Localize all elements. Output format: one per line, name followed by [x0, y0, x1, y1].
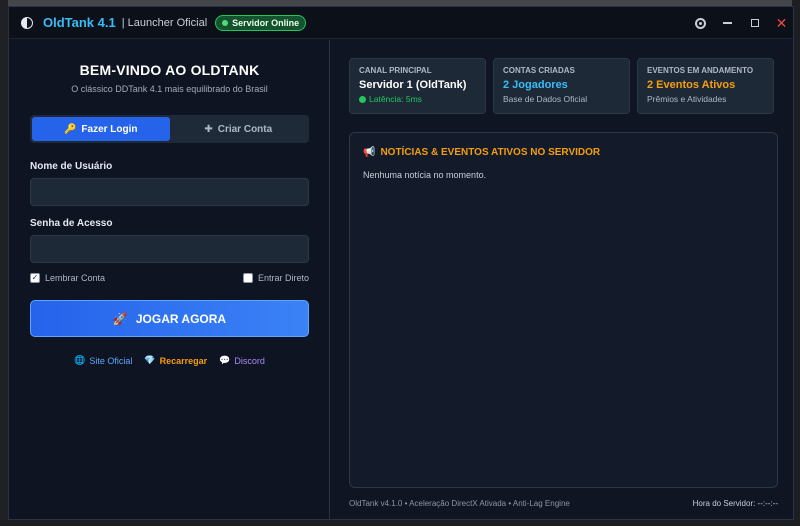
status-dot-icon: [222, 19, 229, 26]
background-window-edge: [0, 0, 8, 526]
stat-card-key: CONTAS CRIADAS: [503, 66, 575, 75]
news-title-label: NOTÍCIAS & EVENTOS ATIVOS NO SERVIDOR: [380, 147, 601, 158]
chat-bubble-icon: 💬: [219, 356, 231, 366]
maximize-icon: [750, 19, 759, 27]
add-user-icon: ✚: [204, 123, 213, 135]
app-subtitle: | Launcher Oficial: [121, 16, 208, 29]
remember-account-checkbox[interactable]: ✓ Lembrar Conta: [30, 273, 105, 283]
auto-login-checkbox[interactable]: Entrar Direto: [242, 273, 309, 283]
link-recharge[interactable]: 💎 Recarregar: [144, 356, 207, 366]
megaphone-icon: 📢: [363, 147, 376, 158]
gear-icon: [695, 17, 706, 29]
globe-icon: 🌐: [74, 356, 86, 366]
username-label: Nome de Usuário: [30, 161, 113, 172]
play-now-button[interactable]: 🚀 JOGAR AGORA: [30, 300, 309, 337]
username-input[interactable]: [30, 178, 309, 206]
server-status-badge: Servidor Online: [215, 14, 307, 31]
welcome-title: BEM-VINDO AO OLDTANK: [79, 62, 260, 78]
welcome-subtitle: O clássico DDTank 4.1 mais equilibrado d…: [71, 84, 268, 94]
auto-login-label: Entrar Direto: [257, 273, 309, 283]
window-controls: ✕: [687, 7, 793, 39]
settings-button[interactable]: [687, 7, 714, 39]
tab-create-account-label: Criar Conta: [217, 123, 273, 135]
stat-card-main-channel: CANAL PRINCIPAL Servidor 1 (OldTank) Lat…: [349, 58, 486, 114]
login-options: ✓ Lembrar Conta Entrar Direto: [30, 273, 309, 287]
link-recharge-label: Recarregar: [159, 356, 208, 366]
latency-label: Latência: 5ms: [369, 94, 422, 104]
link-discord-label: Discord: [234, 356, 265, 366]
stat-card-value: 2 Eventos Ativos: [647, 79, 736, 91]
link-official-site[interactable]: 🌐 Site Oficial: [74, 356, 132, 366]
title-bar[interactable]: OldTank 4.1 | Launcher Oficial Servidor …: [9, 7, 793, 39]
close-icon: ✕: [775, 14, 788, 31]
tab-create-account[interactable]: ✚ Criar Conta: [170, 117, 308, 141]
stat-card-sub: Prêmios e Atividades: [647, 94, 727, 104]
dashboard-panel: CANAL PRINCIPAL Servidor 1 (OldTank) Lat…: [331, 40, 793, 519]
key-icon: 🔑: [63, 123, 77, 135]
tab-login-label: Fazer Login: [81, 123, 138, 135]
password-input[interactable]: [30, 235, 309, 263]
news-panel[interactable]: 📢 NOTÍCIAS & EVENTOS ATIVOS NO SERVIDOR …: [349, 132, 778, 488]
status-badge-label: Servidor Online: [232, 17, 300, 28]
stat-card-key: CANAL PRINCIPAL: [359, 66, 432, 75]
link-official-site-label: Site Oficial: [89, 356, 133, 366]
checkbox-unchecked-icon: [242, 273, 253, 283]
stat-card-key: EVENTOS EM ANDAMENTO: [647, 66, 754, 75]
stat-card-sub: Latência: 5ms: [359, 94, 476, 104]
remember-account-label: Lembrar Conta: [45, 273, 106, 283]
latency-dot-icon: [359, 95, 366, 103]
stat-card-value: Servidor 1 (OldTank): [359, 79, 467, 91]
checkbox-checked-icon: ✓: [30, 273, 40, 283]
news-empty-message: Nenhuma notícia no momento.: [363, 170, 487, 180]
news-title: 📢 NOTÍCIAS & EVENTOS ATIVOS NO SERVIDOR: [363, 147, 600, 158]
diamond-icon: 💎: [144, 356, 156, 366]
stat-card-events: EVENTOS EM ANDAMENTO 2 Eventos Ativos Pr…: [637, 58, 774, 114]
version-info: OldTank v4.1.0 • Aceleração DirectX Ativ…: [349, 499, 570, 508]
close-button[interactable]: ✕: [768, 7, 793, 39]
app-logo-icon: [21, 16, 33, 29]
password-label: Senha de Acesso: [30, 218, 113, 229]
footer-links: 🌐 Site Oficial 💎 Recarregar 💬 Discord: [9, 356, 330, 366]
auth-tabs: 🔑 Fazer Login ✚ Criar Conta: [30, 115, 309, 143]
server-time: Hora do Servidor: --:--:--: [692, 499, 778, 508]
stat-card-sub: Base de Dados Oficial: [503, 94, 588, 104]
link-discord[interactable]: 💬 Discord: [219, 356, 265, 366]
stat-card-value: 2 Jogadores: [503, 79, 568, 91]
stat-card-accounts: CONTAS CRIADAS 2 Jogadores Base de Dados…: [493, 58, 630, 114]
maximize-button[interactable]: [741, 7, 768, 39]
minimize-icon: [723, 22, 732, 24]
tab-login[interactable]: 🔑 Fazer Login: [32, 117, 170, 141]
app-title: OldTank 4.1: [43, 15, 116, 30]
desktop-bottom-edge: [0, 520, 800, 526]
play-now-label: JOGAR AGORA: [135, 311, 227, 326]
login-panel: BEM-VINDO AO OLDTANK O clássico DDTank 4…: [9, 40, 330, 519]
minimize-button[interactable]: [714, 7, 741, 39]
rocket-icon: 🚀: [112, 311, 128, 326]
launcher-window: OldTank 4.1 | Launcher Oficial Servidor …: [8, 6, 794, 520]
